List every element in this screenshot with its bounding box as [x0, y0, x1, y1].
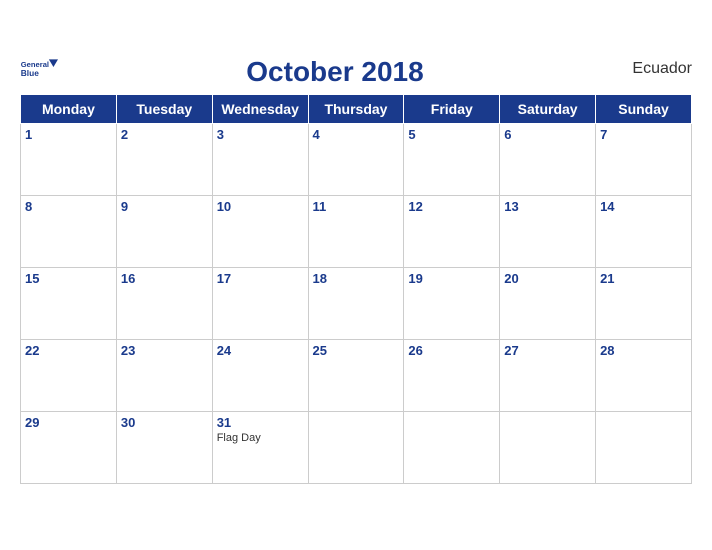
calendar-week-row: 15 16 17 18 19 20 21 [21, 268, 692, 340]
day-number: 10 [217, 199, 304, 214]
calendar-day-cell: 25 [308, 340, 404, 412]
day-number: 30 [121, 415, 208, 430]
day-number: 28 [600, 343, 687, 358]
day-number: 13 [504, 199, 591, 214]
calendar-day-cell: 18 [308, 268, 404, 340]
day-number: 27 [504, 343, 591, 358]
col-monday: Monday [21, 95, 117, 124]
country-label: Ecuador [612, 56, 692, 78]
calendar-table: Monday Tuesday Wednesday Thursday Friday… [20, 94, 692, 484]
calendar-day-cell: 7 [596, 124, 692, 196]
calendar-day-cell: 2 [116, 124, 212, 196]
calendar-day-cell: 24 [212, 340, 308, 412]
day-number: 24 [217, 343, 304, 358]
calendar-week-row: 29 30 31 Flag Day [21, 412, 692, 484]
col-wednesday: Wednesday [212, 95, 308, 124]
day-number: 5 [408, 127, 495, 142]
day-number: 1 [25, 127, 112, 142]
calendar-day-cell: 1 [21, 124, 117, 196]
calendar-day-cell: 15 [21, 268, 117, 340]
day-number: 15 [25, 271, 112, 286]
svg-text:Blue: Blue [21, 68, 39, 78]
calendar-day-cell: 8 [21, 196, 117, 268]
calendar-day-cell: 5 [404, 124, 500, 196]
day-number: 16 [121, 271, 208, 286]
calendar-day-cell [500, 412, 596, 484]
calendar-day-cell: 27 [500, 340, 596, 412]
day-number: 25 [313, 343, 400, 358]
day-number: 19 [408, 271, 495, 286]
day-number: 2 [121, 127, 208, 142]
day-number: 7 [600, 127, 687, 142]
calendar-day-cell [404, 412, 500, 484]
day-number: 20 [504, 271, 591, 286]
calendar-day-cell [596, 412, 692, 484]
calendar-day-cell: 9 [116, 196, 212, 268]
day-number: 23 [121, 343, 208, 358]
day-number: 11 [313, 199, 400, 214]
calendar-day-cell: 31 Flag Day [212, 412, 308, 484]
calendar-day-cell: 13 [500, 196, 596, 268]
logo-area: General Blue [20, 56, 58, 84]
calendar-day-cell: 17 [212, 268, 308, 340]
calendar-wrapper: General Blue October 2018 Ecuador Monday… [0, 46, 712, 504]
day-number: 6 [504, 127, 591, 142]
calendar-day-cell: 6 [500, 124, 596, 196]
month-title: October 2018 [58, 56, 612, 88]
day-number: 17 [217, 271, 304, 286]
calendar-header: General Blue October 2018 Ecuador [20, 56, 692, 88]
calendar-day-cell: 16 [116, 268, 212, 340]
day-number: 18 [313, 271, 400, 286]
calendar-week-row: 89 10 11 12 13 14 [21, 196, 692, 268]
calendar-day-cell: 19 [404, 268, 500, 340]
calendar-day-cell: 23 [116, 340, 212, 412]
col-saturday: Saturday [500, 95, 596, 124]
holiday-label: Flag Day [217, 432, 304, 444]
generalblue-logo-icon: General Blue [20, 56, 58, 84]
calendar-day-cell: 20 [500, 268, 596, 340]
calendar-day-cell: 29 [21, 412, 117, 484]
day-number: 29 [25, 415, 112, 430]
calendar-day-cell: 30 [116, 412, 212, 484]
calendar-day-cell: 11 [308, 196, 404, 268]
col-friday: Friday [404, 95, 500, 124]
calendar-week-row: 22 23 24 25 26 27 28 [21, 340, 692, 412]
calendar-day-cell: 21 [596, 268, 692, 340]
calendar-day-cell: 3 [212, 124, 308, 196]
day-number: 4 [313, 127, 400, 142]
calendar-day-cell: 10 [212, 196, 308, 268]
calendar-body: 1234567891011121314151617181920212223242… [21, 124, 692, 484]
calendar-day-cell: 14 [596, 196, 692, 268]
day-number: 9 [121, 199, 208, 214]
calendar-day-cell: 26 [404, 340, 500, 412]
day-number: 12 [408, 199, 495, 214]
day-number: 22 [25, 343, 112, 358]
day-number: 31 [217, 415, 304, 430]
calendar-day-cell: 22 [21, 340, 117, 412]
day-number: 14 [600, 199, 687, 214]
day-number: 26 [408, 343, 495, 358]
col-thursday: Thursday [308, 95, 404, 124]
calendar-day-cell: 12 [404, 196, 500, 268]
day-number: 8 [25, 199, 112, 214]
calendar-day-cell: 28 [596, 340, 692, 412]
col-tuesday: Tuesday [116, 95, 212, 124]
calendar-day-cell: 4 [308, 124, 404, 196]
weekday-header-row: Monday Tuesday Wednesday Thursday Friday… [21, 95, 692, 124]
day-number: 21 [600, 271, 687, 286]
calendar-day-cell [308, 412, 404, 484]
col-sunday: Sunday [596, 95, 692, 124]
month-year-heading: October 2018 [58, 56, 612, 88]
calendar-week-row: 1234567 [21, 124, 692, 196]
day-number: 3 [217, 127, 304, 142]
